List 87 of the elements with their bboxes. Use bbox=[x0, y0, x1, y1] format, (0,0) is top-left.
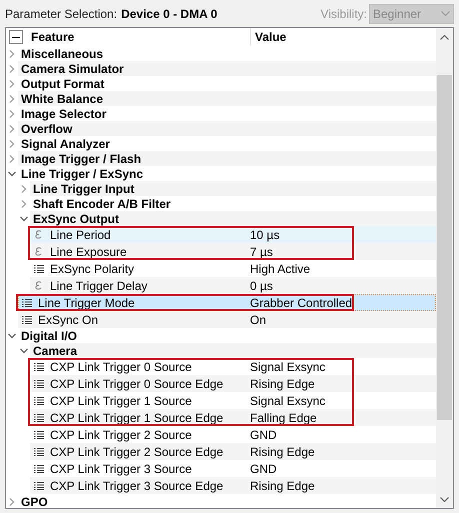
group-label: Overflow bbox=[20, 120, 72, 138]
chevron-down-icon[interactable] bbox=[20, 214, 28, 222]
group-label: Line Trigger Input bbox=[32, 180, 134, 198]
chevron-right-icon[interactable] bbox=[8, 50, 16, 58]
group-label: ExSync Output bbox=[32, 210, 120, 228]
group-label: Output Format bbox=[20, 76, 104, 92]
group-label: Signal Analyzer bbox=[20, 136, 110, 152]
parameter-value: Rising Edge bbox=[250, 444, 315, 460]
parameter-value: 7 µs bbox=[250, 244, 273, 260]
column-header[interactable]: Feature bbox=[31, 28, 74, 46]
parameter-name: CXP Link Trigger 1 Source Edge bbox=[49, 410, 224, 426]
parameter-value: Rising Edge bbox=[250, 376, 315, 392]
dropdown-caret-icon bbox=[441, 11, 450, 16]
chevron-down-icon[interactable] bbox=[20, 346, 28, 354]
chevron-right-icon[interactable] bbox=[8, 110, 16, 118]
parameter-value: 0 µs bbox=[250, 278, 273, 294]
parameter-name: CXP Link Trigger 0 Source Edge bbox=[49, 376, 224, 392]
parameter-value: Signal Exsync bbox=[250, 358, 326, 376]
parameter-name: CXP Link Trigger 0 Source bbox=[49, 358, 192, 376]
parameter-value: On bbox=[250, 312, 266, 328]
tree-group-row[interactable]: Image Trigger / Flash bbox=[18, 151, 436, 166]
group-label: Image Selector bbox=[20, 106, 106, 122]
parameter-value: GND bbox=[250, 426, 277, 444]
chevron-down-icon[interactable] bbox=[8, 170, 16, 178]
parameter-name: Line Period bbox=[49, 226, 111, 244]
group-label: Camera bbox=[32, 342, 78, 360]
group-label: Line Trigger / ExSync bbox=[20, 166, 144, 182]
group-label: Image Trigger / Flash bbox=[20, 150, 142, 168]
parameter-value: High Active bbox=[250, 260, 310, 278]
parameter-value: GND bbox=[250, 460, 277, 478]
chevron-right-icon[interactable] bbox=[8, 94, 16, 102]
parameter-selection-label: Parameter Selection: bbox=[5, 6, 118, 22]
parameter-row[interactable]: ExSync On On bbox=[18, 311, 436, 328]
parameter-value: Rising Edge bbox=[250, 478, 315, 494]
parameter-row[interactable]: CXP Link Trigger 0 Source Edge Rising Edge bbox=[30, 375, 436, 392]
parameter-name: ExSync Polarity bbox=[49, 260, 134, 278]
tree-group-row[interactable]: White Balance bbox=[18, 91, 436, 106]
parameter-row[interactable]: Line Exposure 7 µs bbox=[30, 243, 436, 260]
chevron-right-icon[interactable] bbox=[20, 184, 28, 192]
parameter-row[interactable]: CXP Link Trigger 2 Source Edge Rising Edge bbox=[30, 443, 436, 460]
tree-group-row[interactable]: Camera Simulator bbox=[18, 61, 436, 76]
chevron-right-icon[interactable] bbox=[8, 80, 16, 88]
chevron-right-icon[interactable] bbox=[8, 154, 16, 162]
parameter-row[interactable]: Line Trigger Delay 0 µs bbox=[30, 277, 436, 294]
parameter-name: CXP Link Trigger 3 Source bbox=[49, 460, 192, 478]
column-header[interactable]: Value bbox=[255, 28, 286, 46]
collapse-all-button[interactable] bbox=[9, 30, 23, 44]
parameter-value: 10 µs bbox=[250, 226, 280, 244]
tree-group-row[interactable]: ExSync Output bbox=[30, 211, 436, 226]
group-label: Digital I/O bbox=[20, 328, 78, 344]
chevron-right-icon[interactable] bbox=[20, 200, 28, 208]
device-name: Device 0 - DMA 0 bbox=[121, 6, 218, 22]
chevron-right-icon[interactable] bbox=[8, 124, 16, 132]
group-label: Shaft Encoder A/B Filter bbox=[32, 196, 171, 212]
chevron-right-icon[interactable] bbox=[8, 498, 16, 506]
visibility-label: Visibility: bbox=[320, 6, 367, 22]
parameter-row[interactable]: Line Period 10 µs bbox=[30, 226, 436, 243]
epsilon-icon bbox=[35, 230, 42, 239]
parameter-name: Line Trigger Mode bbox=[37, 294, 135, 312]
chevron-right-icon[interactable] bbox=[8, 64, 16, 72]
chevron-right-icon[interactable] bbox=[8, 140, 16, 148]
vertical-scrollbar[interactable] bbox=[436, 28, 453, 508]
chevron-down-icon[interactable] bbox=[8, 332, 16, 340]
group-label: Camera Simulator bbox=[20, 60, 124, 78]
parameter-name: CXP Link Trigger 2 Source bbox=[49, 426, 192, 444]
parameter-name: CXP Link Trigger 1 Source bbox=[49, 392, 192, 410]
scroll-up-icon[interactable] bbox=[440, 35, 449, 40]
parameter-value: Grabber Controlled bbox=[250, 294, 352, 312]
parameter-name: CXP Link Trigger 3 Source Edge bbox=[49, 478, 224, 494]
parameter-value: Falling Edge bbox=[250, 410, 317, 426]
group-label: Miscellaneous bbox=[20, 46, 104, 62]
group-label: GPO bbox=[20, 494, 48, 508]
epsilon-icon bbox=[35, 247, 42, 256]
scroll-down-icon[interactable] bbox=[440, 497, 449, 502]
parameter-name: CXP Link Trigger 2 Source Edge bbox=[49, 444, 224, 460]
tree-group-row[interactable]: Line Trigger Input bbox=[30, 181, 436, 196]
parameter-row[interactable]: CXP Link Trigger 3 Source Edge Rising Edge bbox=[30, 477, 436, 494]
tree-group-row[interactable]: Camera bbox=[30, 343, 436, 358]
parameter-name: Line Exposure bbox=[49, 244, 127, 260]
epsilon-icon bbox=[35, 281, 42, 290]
group-label: White Balance bbox=[20, 90, 104, 108]
tree-group-row[interactable]: Overflow bbox=[18, 121, 436, 136]
parameter-name: Line Trigger Delay bbox=[49, 278, 148, 294]
parameter-value: Signal Exsync bbox=[250, 392, 326, 410]
parameter-name: ExSync On bbox=[37, 312, 98, 328]
parameter-row[interactable]: CXP Link Trigger 1 Source Edge Falling Edge bbox=[30, 409, 436, 426]
scrollbar-thumb[interactable] bbox=[437, 75, 452, 420]
